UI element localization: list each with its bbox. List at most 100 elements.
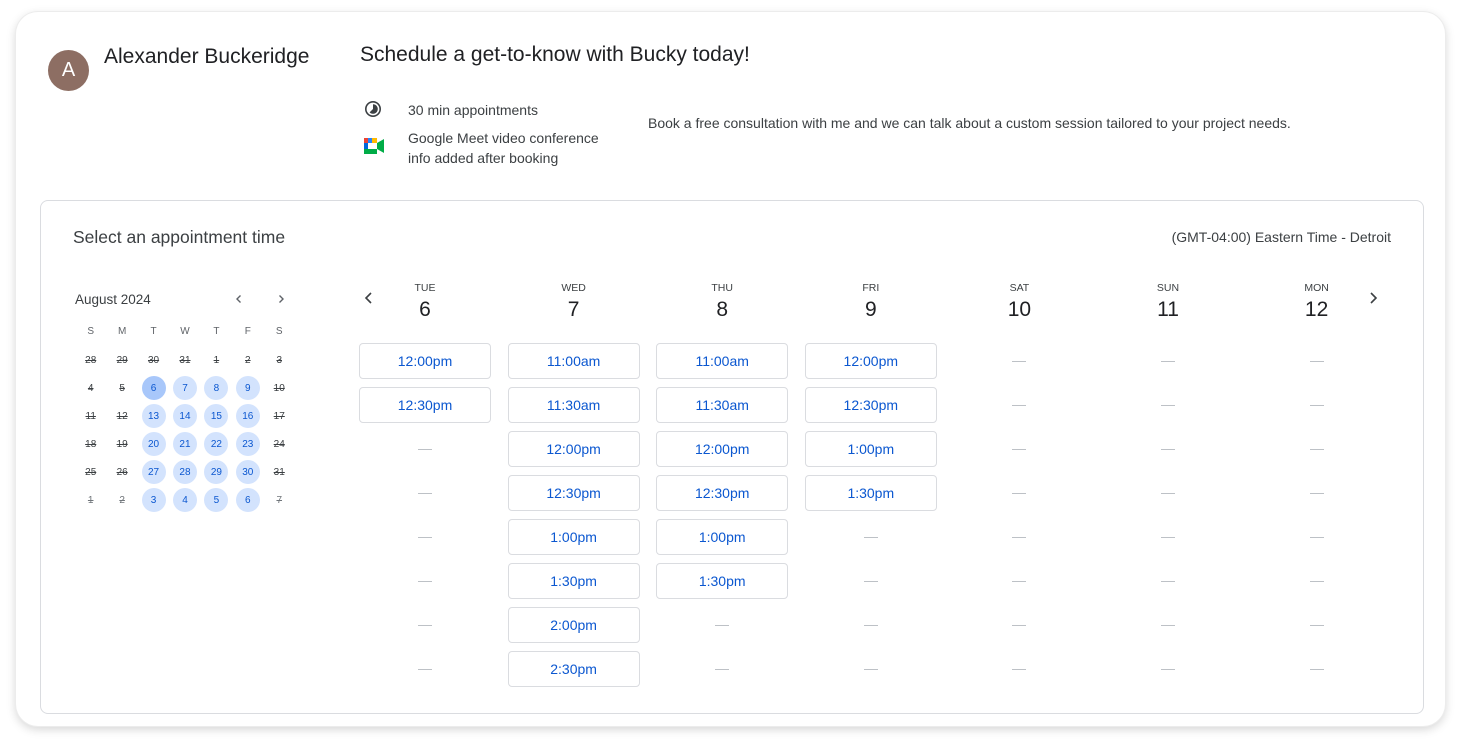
calendar-day[interactable]: 20 [138, 432, 169, 456]
no-slot-dash [953, 651, 1085, 687]
day-name: THU [711, 282, 733, 294]
time-slot-button[interactable]: 1:30pm [507, 563, 640, 599]
time-slot-button[interactable]: 1:00pm [507, 519, 640, 555]
calendar-day[interactable]: 21 [169, 432, 200, 456]
time-slot-button[interactable]: 11:00am [656, 343, 789, 379]
calendar-day-number: 28 [85, 354, 97, 366]
mini-calendar: August 2024 SMTWTFS 28 29 30 31 1 2 3 4 5 6 7 8 9 10 1… [75, 289, 295, 514]
time-slot-button[interactable]: 2:30pm [507, 651, 640, 687]
calendar-day[interactable]: 8 [201, 376, 232, 400]
calendar-day: 2 [106, 488, 137, 512]
calendar-day: 11 [75, 404, 106, 428]
calendar-day-number: 8 [204, 376, 229, 400]
time-slot-button[interactable]: 12:00pm [507, 431, 640, 467]
calendar-day: 17 [264, 404, 295, 428]
calendar-week: 28 29 30 31 1 2 3 [75, 346, 295, 374]
no-slot-dash [656, 651, 788, 687]
calendar-day: 10 [264, 376, 295, 400]
timezone-selector[interactable]: (GMT-04:00) Eastern Time - Detroit [1172, 229, 1391, 245]
calendar-day: 2 [232, 348, 263, 372]
meet-text-line1: Google Meet video conference [408, 130, 599, 146]
no-slot-dash [805, 607, 937, 643]
no-slot-dash [1102, 431, 1234, 467]
calendar-day[interactable]: 3 [138, 488, 169, 512]
weekday-label: M [117, 326, 127, 337]
time-slot-button[interactable]: 11:30am [656, 387, 789, 423]
calendar-day[interactable]: 16 [232, 404, 263, 428]
calendar-day[interactable]: 15 [201, 404, 232, 428]
time-slot-button[interactable]: 1:00pm [656, 519, 789, 555]
calendar-week: 18 19 20 21 22 23 24 [75, 430, 295, 458]
calendar-day[interactable]: 9 [232, 376, 263, 400]
calendar-day-number: 5 [204, 488, 229, 512]
calendar-day-number: 3 [141, 488, 166, 512]
calendar-day[interactable]: 13 [138, 404, 169, 428]
calendar-day-number: 27 [141, 460, 166, 484]
calendar-day-number: 2 [119, 494, 125, 506]
time-slot-button[interactable]: 12:00pm [656, 431, 789, 467]
calendar-day[interactable]: 28 [169, 460, 200, 484]
no-slot-dash [1251, 387, 1383, 423]
time-slot-button[interactable]: 1:30pm [804, 475, 937, 511]
no-slot-dash [656, 607, 788, 643]
calendar-day[interactable]: 5 [201, 488, 232, 512]
time-slot-button[interactable]: 2:00pm [507, 607, 640, 643]
day-column: MON 12 [1251, 281, 1383, 695]
chevron-left-icon [236, 295, 241, 303]
calendar-day-number: 11 [85, 410, 96, 422]
no-slot-dash [805, 563, 937, 599]
calendar-day[interactable]: 30 [232, 460, 263, 484]
calendar-day[interactable]: 14 [169, 404, 200, 428]
weekday-label: T [213, 326, 220, 337]
time-slot-button[interactable]: 11:00am [507, 343, 640, 379]
no-slot-dash [953, 387, 1085, 423]
calendar-day-number: 13 [141, 404, 166, 428]
weekday-label: W [180, 326, 190, 337]
time-slot-button[interactable]: 12:00pm [359, 343, 491, 379]
calendar-day-selected[interactable]: 6 [138, 376, 169, 400]
appointment-panel: Select an appointment time (GMT-04:00) E… [40, 200, 1424, 714]
no-slot-dash [1251, 343, 1383, 379]
calendar-day: 1 [75, 488, 106, 512]
time-slot-button[interactable]: 1:30pm [656, 563, 789, 599]
calendar-day[interactable]: 7 [169, 376, 200, 400]
no-slot-dash [359, 651, 491, 687]
calendar-day[interactable]: 23 [232, 432, 263, 456]
time-slot-button[interactable]: 12:30pm [656, 475, 789, 511]
time-slot-button[interactable]: 12:30pm [804, 387, 937, 423]
no-slot-dash [359, 563, 491, 599]
time-slot-button[interactable]: 12:30pm [507, 475, 640, 511]
calendar-day[interactable]: 22 [201, 432, 232, 456]
calendar-week: 25 26 27 28 29 30 31 [75, 458, 295, 486]
panel-title: Select an appointment time [73, 227, 286, 247]
day-number: 8 [716, 298, 729, 321]
calendar-day-number: 17 [273, 410, 285, 422]
time-slot-button[interactable]: 11:30am [507, 387, 640, 423]
day-column: TUE 6 12:00pm 12:30pm [359, 281, 491, 695]
day-name: WED [561, 282, 586, 294]
day-name: SUN [1156, 282, 1180, 294]
mini-next-month-button[interactable] [267, 289, 295, 309]
calendar-day-number: 28 [172, 460, 197, 484]
mini-prev-month-button[interactable] [225, 289, 253, 309]
calendar-day-number: 4 [87, 382, 94, 394]
calendar-day[interactable]: 6 [232, 488, 263, 512]
calendar-day[interactable]: 27 [138, 460, 169, 484]
meet-row: Google Meet video conference info added … [360, 128, 599, 168]
calendar-day: 24 [264, 432, 295, 456]
day-column: THU 8 11:00am 11:30am 12:00pm 12:30pm 1:00pm 1:… [656, 281, 789, 695]
calendar-day-number: 14 [172, 404, 197, 428]
no-slot-dash [1102, 387, 1234, 423]
time-slot-button[interactable]: 12:00pm [804, 343, 937, 379]
time-slot-button[interactable]: 1:00pm [804, 431, 937, 467]
calendar-day-number: 31 [273, 466, 285, 478]
calendar-day[interactable]: 29 [201, 460, 232, 484]
calendar-day: 4 [75, 376, 106, 400]
calendar-day-number: 6 [235, 488, 260, 512]
calendar-day-number: 6 [141, 376, 166, 400]
calendar-day-number: 30 [147, 354, 160, 366]
time-slot-button[interactable]: 12:30pm [359, 387, 491, 423]
calendar-day[interactable]: 4 [169, 488, 200, 512]
weekday-label: T [150, 326, 157, 337]
calendar-day: 3 [264, 348, 295, 372]
